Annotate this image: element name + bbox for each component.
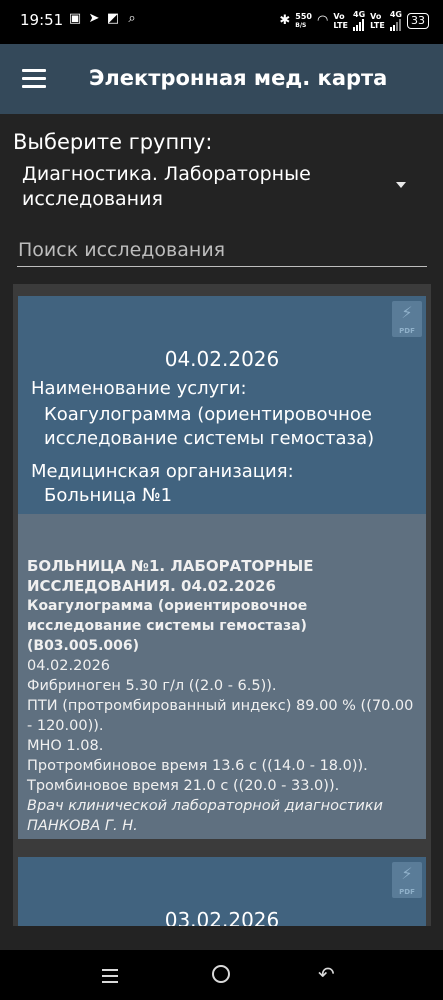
sim2-signal: 4G (389, 10, 402, 31)
screen: 19:51 ▣ ➤ ◩ ⌕ ✱ 550 B/S ◠ Vo LTE 4G Vo L… (0, 0, 443, 1000)
details-title: БОЛЬНИЦА №1. ЛАБОРАТОРНЫЕ ИССЛЕДОВАНИЯ. … (27, 557, 314, 595)
status-bar: 19:51 ▣ ➤ ◩ ⌕ ✱ 550 B/S ◠ Vo LTE 4G Vo L… (0, 0, 443, 44)
details-line: ПТИ (протромбированный индекс) 89.00 % (… (27, 698, 414, 734)
sim1-volte: Vo LTE (333, 11, 349, 30)
sim1-signal: 4G (353, 10, 365, 31)
group-dropdown[interactable]: Диагностика. Лабораторные исследования (22, 162, 427, 214)
record-date: 04.02.2026 (164, 347, 280, 371)
recents-icon[interactable] (98, 963, 124, 987)
dropdown-arrow-icon (396, 182, 406, 188)
results-list[interactable]: ⚡ PDF 04.02.2026 Наименование услуги: Ко… (13, 284, 431, 926)
status-time: 19:51 (20, 11, 64, 29)
details-line: 04.02.2026 (27, 658, 111, 674)
battery-icon: 33 (407, 12, 429, 29)
details-subtitle: Коагулограмма (ориентировочное исследова… (27, 598, 308, 654)
details-line: Тромбиновое время 21.0 с ((20.0 - 33.0))… (27, 778, 340, 794)
wifi-icon: ◠ (316, 13, 329, 28)
details-doctor: Врач клинической лабораторной диагностик… (27, 798, 383, 834)
record-card-header[interactable]: ⚡ PDF 03.02.2026 (18, 857, 426, 926)
details-line: Протромбиновое время 13.6 с ((14.0 - 18.… (27, 758, 368, 774)
record-card[interactable]: ⚡ PDF 03.02.2026 (18, 857, 426, 926)
hamburger-menu-icon[interactable] (22, 69, 46, 89)
signal-bars-icon (353, 19, 365, 31)
search-notification-icon: ⌕ (128, 11, 136, 26)
back-icon[interactable]: ↶ (318, 962, 344, 987)
record-card[interactable]: ⚡ PDF 04.02.2026 Наименование услуги: Ко… (18, 296, 426, 839)
telegram-icon: ➤ (88, 11, 100, 26)
service-label: Наименование услуги: (31, 378, 247, 399)
home-icon[interactable] (209, 963, 235, 987)
app-bar: Электронная мед. карта (0, 44, 443, 114)
page-title: Электронная мед. карта (89, 66, 388, 90)
details-line: Фибриноген 5.30 г/л ((2.0 - 6.5)). (27, 678, 277, 694)
signal-bars-icon (389, 19, 402, 31)
net-speed: 550 B/S (295, 11, 312, 29)
app-notification-icon: ◩ (106, 11, 120, 26)
bluetooth-icon: ✱ (279, 13, 291, 28)
record-card-header[interactable]: ⚡ PDF 04.02.2026 Наименование услуги: Ко… (18, 296, 426, 514)
record-details: БОЛЬНИЦА №1. ЛАБОРАТОРНЫЕ ИССЛЕДОВАНИЯ. … (18, 514, 426, 839)
pdf-icon[interactable]: ⚡ PDF (392, 301, 422, 337)
record-date: 03.02.2026 (164, 908, 280, 926)
group-selected-value: Диагностика. Лабораторные исследования (22, 163, 311, 210)
details-line: МНО 1.08. (27, 738, 104, 754)
video-call-icon: ▣ (68, 11, 82, 26)
org-value: Больница №1 (44, 485, 173, 506)
pdf-icon[interactable]: ⚡ PDF (392, 862, 422, 898)
org-label: Медицинская организация: (31, 461, 294, 482)
group-label: Выберите группу: (13, 130, 213, 154)
sim2-volte: Vo LTE (370, 11, 385, 30)
service-value: Коагулограмма (ориентировочное исследова… (44, 404, 375, 449)
system-nav-bar: ↶ (0, 950, 443, 1000)
search-input[interactable] (17, 234, 427, 267)
